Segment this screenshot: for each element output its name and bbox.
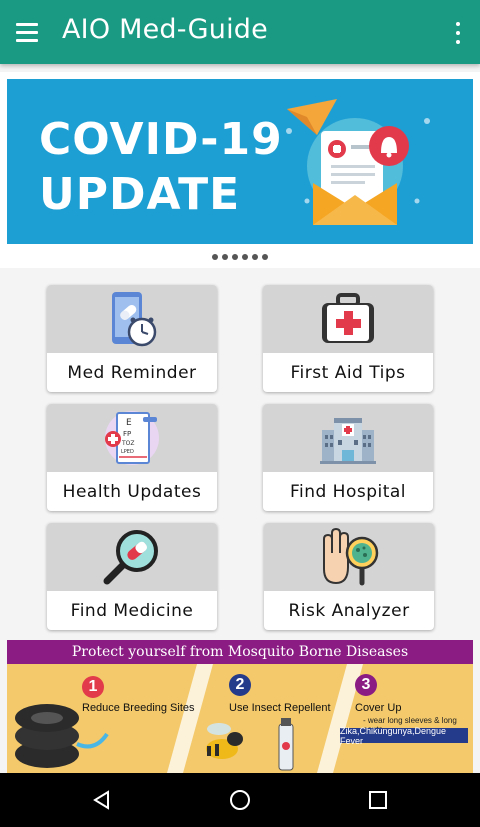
first-aid-tips-label: First Aid Tips (290, 362, 406, 383)
risk-analyzer-card[interactable]: Risk Analyzer (264, 523, 434, 630)
health-updates-label: Health Updates (62, 481, 202, 502)
step-2-text: Use Insect Repellent (229, 702, 331, 714)
carousel-dot[interactable] (262, 254, 268, 260)
hamburger-menu-icon[interactable] (16, 18, 46, 46)
diseases-tag: Zika,Chikungunya,Dengue Fever (340, 726, 468, 746)
risk-analyzer-label: Risk Analyzer (288, 600, 410, 621)
back-triangle-icon[interactable] (90, 788, 114, 812)
banner-title: Protect yourself from Mosquito Borne Dis… (7, 640, 473, 664)
svg-text:LPED: LPED (121, 449, 134, 455)
find-hospital-card[interactable]: Find Hospital (263, 404, 433, 511)
app-bar: AIO Med-Guide (0, 0, 480, 64)
carousel-dot[interactable] (232, 254, 238, 260)
hospital-building-icon (320, 418, 376, 464)
svg-text:TOZ: TOZ (121, 440, 135, 447)
tile-image (47, 285, 217, 353)
step-1-text: Reduce Breeding Sites (82, 702, 195, 714)
carousel-dot[interactable] (242, 254, 248, 260)
carousel-dot[interactable] (222, 254, 228, 260)
eye-chart-icon: E FP TOZ LPED (105, 411, 159, 465)
recents-square-icon[interactable] (366, 788, 390, 812)
find-medicine-card[interactable]: Find Medicine (47, 523, 217, 630)
mail-notification-icon (286, 99, 430, 225)
first-aid-kit-icon (322, 293, 374, 343)
step-2-number: 2 (229, 674, 251, 696)
tile-image (263, 285, 433, 353)
svg-text:FP: FP (123, 430, 131, 438)
carousel-indicators[interactable] (0, 254, 480, 260)
more-vert-icon[interactable] (450, 20, 466, 46)
slide-title-line2: UPDATE (39, 169, 241, 220)
carousel-dot[interactable] (252, 254, 258, 260)
first-aid-tips-card[interactable]: First Aid Tips (263, 285, 433, 392)
med-reminder-label: Med Reminder (67, 362, 197, 383)
home-circle-icon[interactable] (228, 788, 252, 812)
step-3-text: Cover Up (355, 702, 402, 714)
slide-title: COVID-19 UPDATE (39, 112, 283, 222)
tile-image (263, 404, 433, 472)
tile-image (264, 523, 434, 591)
mosquito-awareness-banner[interactable]: Protect yourself from Mosquito Borne Dis… (7, 640, 473, 773)
magnifier-pill-icon (103, 530, 158, 585)
system-nav-bar (0, 773, 480, 827)
step-3-number: 3 (355, 674, 377, 696)
slide-title-line1: COVID-19 (39, 114, 283, 165)
med-reminder-card[interactable]: Med Reminder (47, 285, 217, 392)
carousel-dot[interactable] (212, 254, 218, 260)
tile-image (47, 523, 217, 591)
health-updates-card[interactable]: E FP TOZ LPED Health Updates (47, 404, 217, 511)
app-title: AIO Med-Guide (62, 14, 268, 45)
tile-image: E FP TOZ LPED (47, 404, 217, 472)
svg-text:E: E (126, 418, 132, 428)
phone-pill-clock-icon (112, 292, 157, 347)
find-medicine-label: Find Medicine (70, 600, 194, 621)
find-hospital-label: Find Hospital (289, 481, 407, 502)
image-carousel[interactable]: COVID-19 UPDATE (0, 72, 480, 268)
step-1-number: 1 (82, 676, 104, 698)
hand-virus-magnifier-icon (323, 527, 379, 586)
covid-update-slide[interactable]: COVID-19 UPDATE (7, 79, 473, 244)
